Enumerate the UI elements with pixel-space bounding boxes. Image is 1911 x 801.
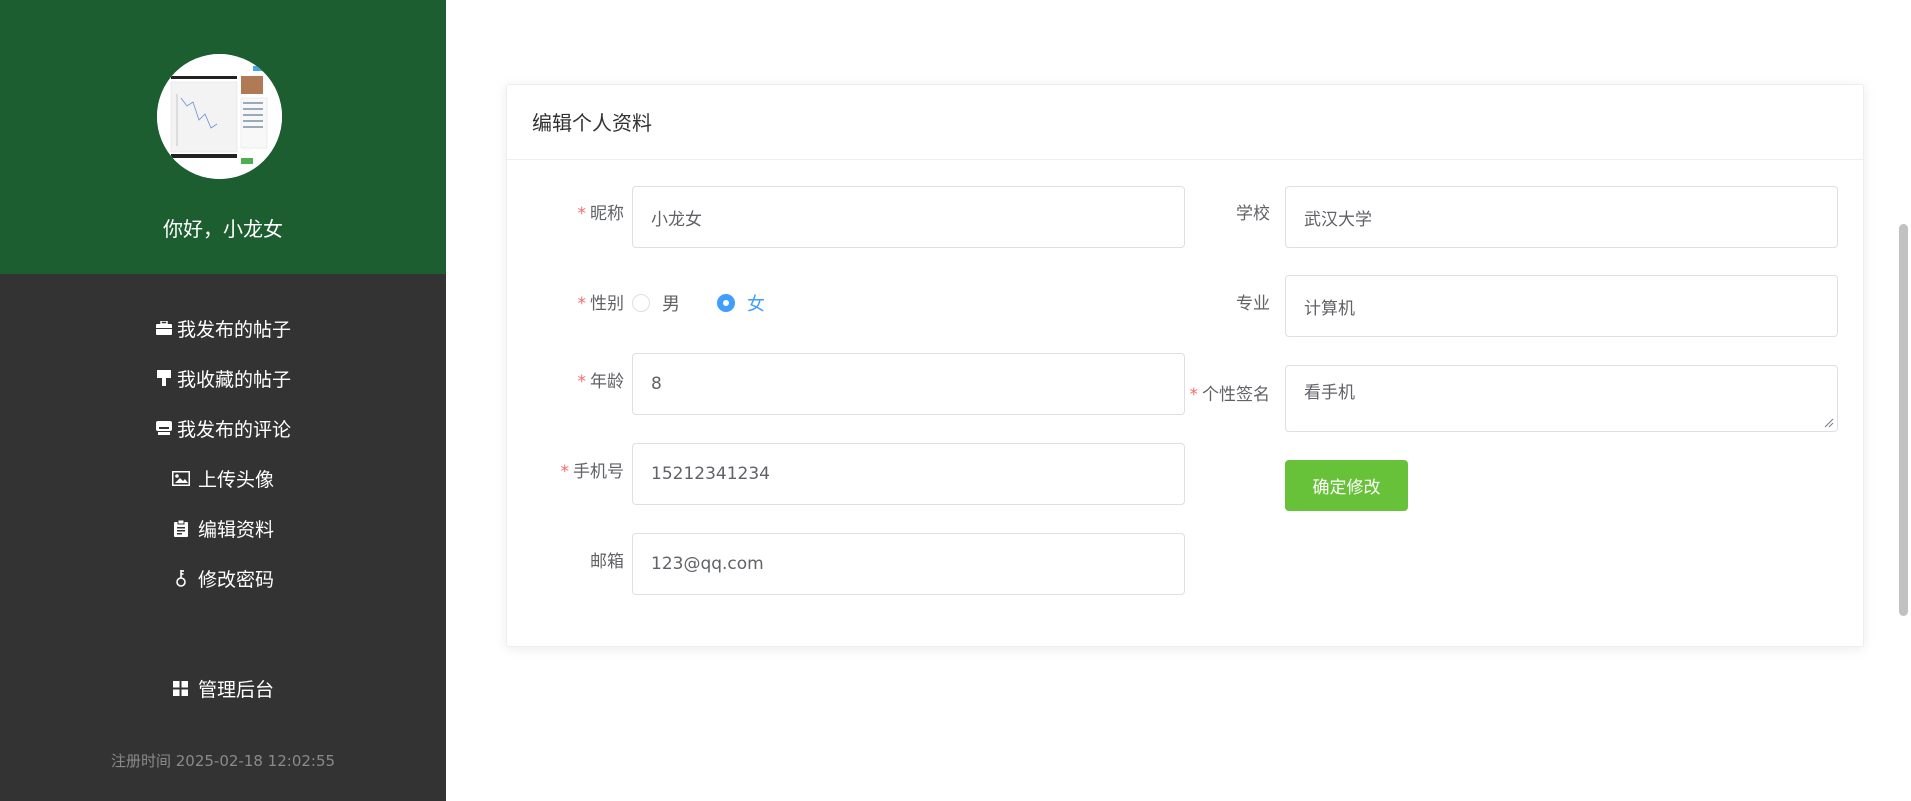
clipboard-icon — [172, 519, 190, 537]
phone-input[interactable]: 15212341234 — [632, 443, 1185, 505]
nickname-input[interactable]: 小龙女 — [632, 186, 1185, 248]
register-time-label: 注册时间 — [110, 752, 171, 770]
scrollbar-thumb[interactable] — [1899, 224, 1908, 616]
required-mark: * — [577, 204, 587, 224]
nav-admin[interactable]: 管理后台 — [0, 672, 446, 704]
radio-circle-checked — [717, 294, 735, 312]
sidebar: 你好，小龙女 我发布的帖子 我收藏的帖子 我发布的评论 上传头像 编辑资料 修改… — [0, 0, 446, 801]
register-time: 注册时间 2025-02-18 12:02:55 — [0, 750, 446, 771]
nav-label: 上传头像 — [197, 468, 274, 491]
school-label: 学校 — [1236, 204, 1270, 224]
email-label: 邮箱 — [590, 552, 624, 572]
age-input[interactable]: 8 — [632, 353, 1185, 415]
edit-profile-card: 编辑个人资料 * 昵称 小龙女 * 性别 男 女 * 年龄 8 * 手机号 152123… — [506, 84, 1864, 647]
gender-radio-male[interactable]: 男 — [632, 290, 680, 316]
required-mark: * — [1189, 385, 1199, 405]
major-input[interactable]: 计算机 — [1285, 275, 1838, 337]
radio-circle — [632, 294, 650, 312]
profile-header: 你好，小龙女 — [0, 0, 446, 274]
required-mark: * — [577, 372, 587, 392]
register-time-value: 2025-02-18 12:02:55 — [175, 752, 336, 770]
nav-label: 管理后台 — [197, 678, 274, 701]
nav-my-comments[interactable]: 我发布的评论 — [0, 412, 446, 444]
signature-label: * 个性签名 — [1189, 385, 1271, 405]
image-icon — [171, 469, 190, 487]
age-label: * 年龄 — [577, 372, 625, 392]
gender-radio-female[interactable]: 女 — [717, 290, 765, 316]
nav-change-password[interactable]: 修改密码 — [0, 562, 446, 594]
nav-my-posts[interactable]: 我发布的帖子 — [0, 312, 446, 344]
signature-textarea[interactable]: 看手机 — [1285, 365, 1838, 432]
nav-label: 我收藏的帖子 — [176, 368, 291, 391]
gender-label: * 性别 — [577, 294, 625, 314]
nav-label: 我发布的评论 — [176, 418, 291, 441]
briefcase-icon — [155, 319, 173, 337]
grid-icon — [172, 679, 190, 697]
card-header: 编辑个人资料 — [507, 85, 1863, 160]
school-input[interactable]: 武汉大学 — [1285, 186, 1838, 248]
greeting-text: 你好，小龙女 — [163, 217, 283, 241]
nav-edit-profile[interactable]: 编辑资料 — [0, 512, 446, 544]
key-icon — [172, 569, 190, 587]
email-input[interactable]: 123@qq.com — [632, 533, 1185, 595]
inbox-icon — [155, 419, 173, 437]
required-mark: * — [560, 462, 570, 482]
nav-my-favorites[interactable]: 我收藏的帖子 — [0, 362, 446, 394]
resize-grip-icon[interactable] — [1824, 418, 1834, 428]
card-title: 编辑个人资料 — [532, 111, 652, 135]
submit-button[interactable]: 确定修改 — [1285, 460, 1408, 511]
phone-label: * 手机号 — [560, 462, 625, 482]
nav-label: 编辑资料 — [197, 518, 274, 541]
bookmark-icon — [155, 369, 173, 387]
major-label: 专业 — [1236, 294, 1270, 314]
required-mark: * — [577, 294, 587, 314]
nickname-label: * 昵称 — [577, 204, 625, 224]
nav-label: 我发布的帖子 — [176, 318, 291, 341]
nav-label: 修改密码 — [197, 568, 274, 591]
avatar[interactable] — [157, 54, 282, 179]
nav-upload-avatar[interactable]: 上传头像 — [0, 462, 446, 494]
